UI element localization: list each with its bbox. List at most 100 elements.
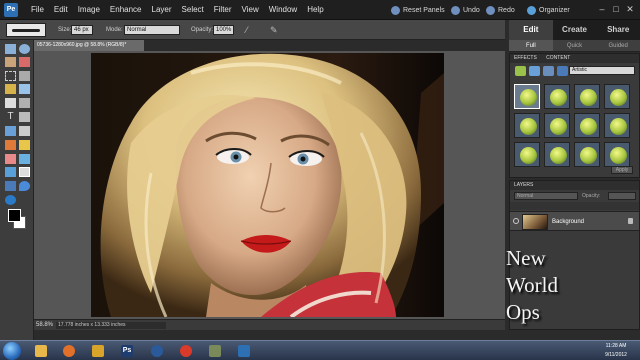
effects-filter-select[interactable]: Artistic: [569, 66, 635, 75]
menu-layer[interactable]: Layer: [147, 0, 177, 20]
size-label: Size:: [58, 27, 72, 33]
menu-enhance[interactable]: Enhance: [105, 0, 147, 20]
menu-select[interactable]: Select: [177, 0, 209, 20]
magic-wand-tool-icon[interactable]: [5, 84, 16, 94]
close-icon[interactable]: ✕: [624, 4, 636, 15]
layer-styles-category-icon[interactable]: [529, 66, 540, 76]
effect-thumbnail[interactable]: [604, 84, 630, 109]
effect-thumbnail[interactable]: [544, 142, 570, 167]
menu-window[interactable]: Window: [264, 0, 302, 20]
effect-thumbnail[interactable]: [544, 84, 570, 109]
taskbar-photoshop[interactable]: Ps: [116, 343, 138, 359]
effect-thumbnail[interactable]: [544, 113, 570, 138]
start-button[interactable]: [3, 342, 21, 360]
layer-name: Background: [552, 219, 585, 225]
tab-full[interactable]: Full: [509, 40, 553, 51]
foreground-color-swatch[interactable]: [8, 209, 21, 222]
taskbar-tool[interactable]: [204, 343, 226, 359]
visibility-eye-icon[interactable]: [513, 218, 519, 224]
size-field[interactable]: 46 px: [71, 25, 93, 35]
tool-options-bar: Size: 46 px Mode: Normal Opacity: 100% ⁄…: [0, 20, 505, 40]
pencil-tool-icon[interactable]: [19, 140, 30, 150]
document-info[interactable]: 17.778 inches x 13.333 inches: [56, 322, 166, 329]
organizer-button[interactable]: Organizer: [527, 0, 570, 20]
app-logo-icon: Pe: [4, 3, 18, 17]
effect-thumbnail[interactable]: [514, 84, 540, 109]
menu-edit[interactable]: Edit: [49, 0, 73, 20]
red-eye-tool-icon[interactable]: [5, 98, 16, 108]
redo-button[interactable]: Redo: [486, 0, 515, 20]
document-tab[interactable]: 05736-1280x960.jpg @ 58.8% (RGB/8)*: [34, 40, 144, 51]
menu-filter[interactable]: Filter: [209, 0, 237, 20]
undo-button[interactable]: Undo: [451, 0, 480, 20]
reset-panels-button[interactable]: Reset Panels: [391, 0, 445, 20]
recompose-tool-icon[interactable]: [5, 126, 16, 136]
zoom-tool-icon[interactable]: [19, 44, 30, 54]
brush-tool-icon[interactable]: [19, 154, 30, 164]
effect-thumbnail[interactable]: [604, 142, 630, 167]
tab-content[interactable]: CONTENT: [546, 55, 570, 61]
tab-share[interactable]: Share: [596, 20, 640, 40]
hand-tool-icon[interactable]: [5, 57, 16, 67]
effect-thumbnail[interactable]: [574, 142, 600, 167]
gradient-tool-icon[interactable]: [5, 181, 16, 191]
portrait-photo[interactable]: [91, 53, 444, 317]
menu-view[interactable]: View: [237, 0, 264, 20]
tab-edit[interactable]: Edit: [509, 20, 553, 40]
brush-preset-picker[interactable]: [6, 23, 46, 37]
tools-panel: T: [0, 40, 34, 340]
taskbar-elements[interactable]: [233, 343, 255, 359]
move-tool-icon[interactable]: [5, 44, 16, 54]
blur-tool-icon[interactable]: [19, 181, 30, 191]
straighten-tool-icon[interactable]: [19, 126, 30, 136]
crop-tool-icon[interactable]: [19, 112, 30, 122]
smart-brush-tool-icon[interactable]: [19, 167, 30, 177]
effect-thumbnail[interactable]: [574, 113, 600, 138]
effect-thumbnail[interactable]: [514, 113, 540, 138]
all-effects-category-icon[interactable]: [557, 66, 568, 76]
sponge-tool-icon[interactable]: [5, 195, 16, 205]
eraser-tool-icon[interactable]: [5, 154, 16, 164]
menu-bar: Pe File Edit Image Enhance Layer Select …: [0, 0, 640, 20]
marquee-tool-icon[interactable]: [5, 71, 16, 81]
opacity-field[interactable]: 100%: [213, 25, 234, 35]
stamp-tool-icon[interactable]: [5, 140, 16, 150]
mode-tabs: Edit Create Share: [509, 20, 640, 40]
menu-file[interactable]: File: [26, 0, 49, 20]
watermark-line: Ops: [506, 300, 540, 324]
apply-button[interactable]: Apply: [611, 166, 633, 174]
tablet-options-icon[interactable]: ✎: [270, 20, 278, 40]
taskbar-chrome[interactable]: [175, 343, 197, 359]
airbrush-icon[interactable]: ⁄: [246, 20, 248, 40]
tab-guided[interactable]: Guided: [596, 40, 640, 51]
clock[interactable]: 11:28 AM 9/11/2012: [596, 342, 636, 360]
quick-selection-tool-icon[interactable]: [19, 84, 30, 94]
effect-thumbnail[interactable]: [514, 142, 540, 167]
menu-help[interactable]: Help: [302, 0, 328, 20]
taskbar-media[interactable]: [146, 343, 168, 359]
watermark-line: New: [506, 246, 546, 270]
spot-healing-tool-icon[interactable]: [19, 98, 30, 108]
zoom-level[interactable]: 58.8%: [36, 320, 53, 331]
layer-opacity-field[interactable]: [608, 192, 636, 200]
mode-select[interactable]: Normal: [124, 25, 180, 35]
tab-effects[interactable]: EFFECTS: [514, 55, 537, 61]
taskbar-firefox[interactable]: [58, 343, 80, 359]
type-tool-icon[interactable]: T: [5, 112, 16, 122]
layer-row-background[interactable]: Background: [510, 211, 639, 231]
filters-category-icon[interactable]: [515, 66, 526, 76]
taskbar-explorer[interactable]: [30, 343, 52, 359]
tab-quick[interactable]: Quick: [553, 40, 597, 51]
eyedropper-tool-icon[interactable]: [19, 57, 30, 67]
effect-thumbnail[interactable]: [604, 113, 630, 138]
paint-bucket-tool-icon[interactable]: [5, 167, 16, 177]
menu-image[interactable]: Image: [73, 0, 105, 20]
effect-thumbnail[interactable]: [574, 84, 600, 109]
minimize-icon[interactable]: –: [596, 4, 608, 15]
lasso-tool-icon[interactable]: [19, 71, 30, 81]
photo-effects-category-icon[interactable]: [543, 66, 554, 76]
tab-create[interactable]: Create: [553, 20, 597, 40]
blend-mode-select[interactable]: Normal: [514, 192, 578, 200]
maximize-icon[interactable]: □: [610, 4, 622, 15]
taskbar-app[interactable]: [87, 343, 109, 359]
